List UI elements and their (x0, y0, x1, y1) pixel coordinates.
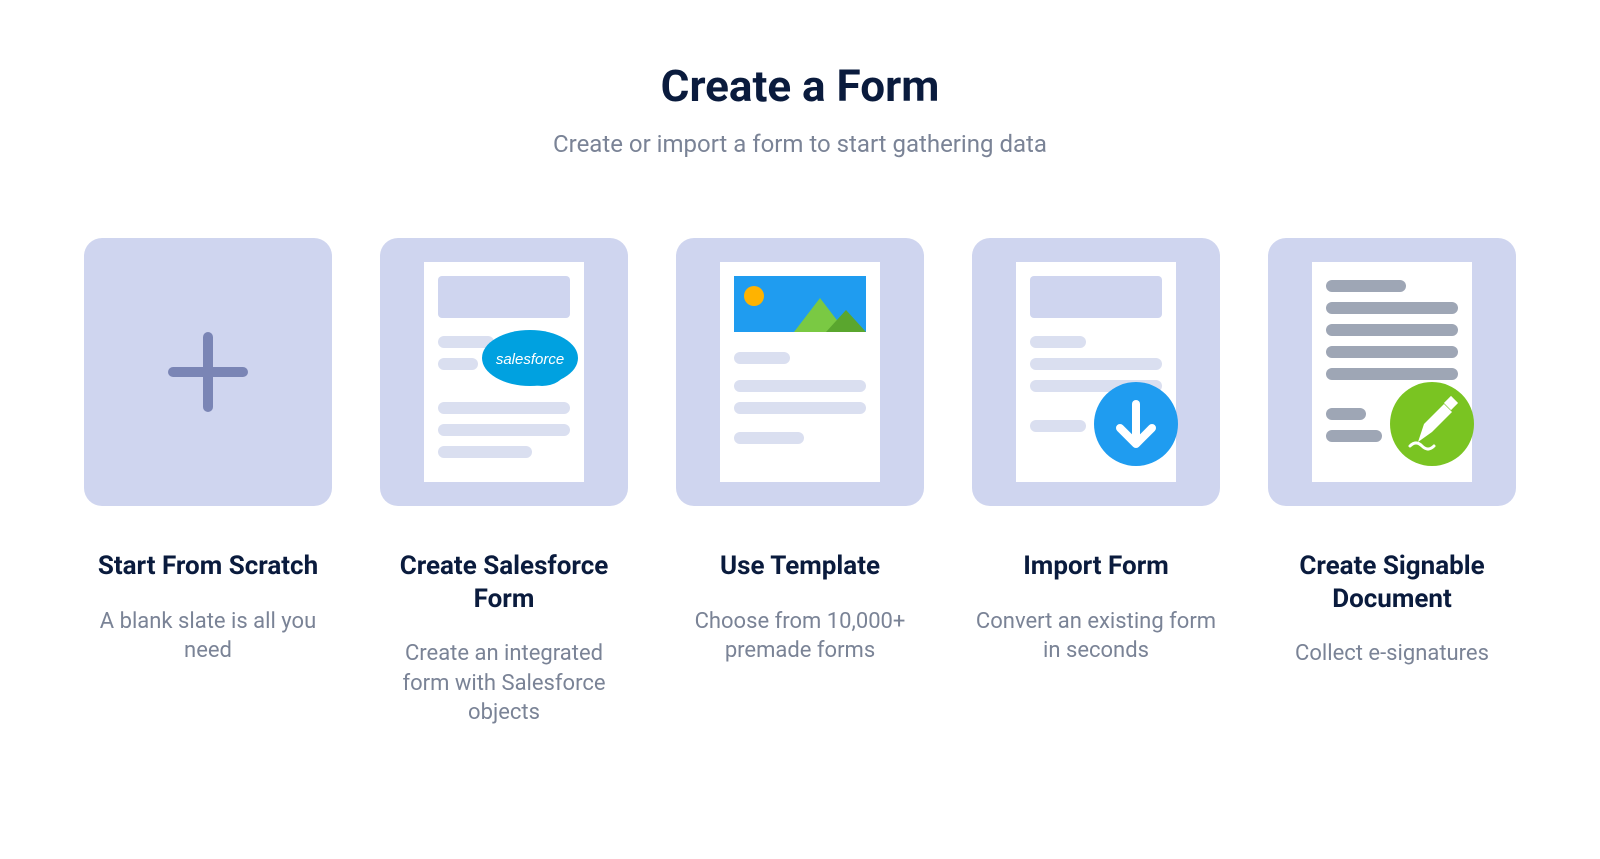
tile-import-form[interactable] (972, 238, 1220, 506)
tile-signable-document[interactable] (1268, 238, 1516, 506)
option-desc: Convert an existing form in seconds (972, 607, 1220, 666)
option-title: Import Form (1023, 550, 1169, 583)
page-title: Create a Form (40, 60, 1560, 112)
option-title: Use Template (720, 550, 880, 583)
option-start-from-scratch[interactable]: Start From Scratch A blank slate is all … (84, 238, 332, 728)
create-form-container: Create a Form Create or import a form to… (0, 0, 1600, 768)
template-document-icon (710, 262, 890, 482)
option-use-template[interactable]: Use Template Choose from 10,000+ premade… (676, 238, 924, 728)
import-document-icon (1006, 262, 1186, 482)
option-desc: Create an integrated form with Salesforc… (380, 639, 628, 728)
plus-icon (163, 327, 253, 417)
tile-start-from-scratch[interactable] (84, 238, 332, 506)
option-desc: Collect e-signatures (1295, 639, 1489, 669)
salesforce-document-icon: salesforce (414, 262, 594, 482)
option-desc: A blank slate is all you need (84, 607, 332, 666)
option-title: Create Signable Document (1268, 550, 1516, 615)
tile-use-template[interactable] (676, 238, 924, 506)
svg-text:salesforce: salesforce (496, 351, 564, 368)
tile-salesforce-form[interactable]: salesforce (380, 238, 628, 506)
option-salesforce-form[interactable]: salesforce Create Salesforce Form Create… (380, 238, 628, 728)
option-import-form[interactable]: Import Form Convert an existing form in … (972, 238, 1220, 728)
page-subtitle: Create or import a form to start gatheri… (40, 130, 1560, 158)
signable-document-icon (1302, 262, 1482, 482)
option-signable-document[interactable]: Create Signable Document Collect e-signa… (1268, 238, 1516, 728)
options-row: Start From Scratch A blank slate is all … (40, 238, 1560, 728)
option-desc: Choose from 10,000+ premade forms (676, 607, 924, 666)
option-title: Start From Scratch (98, 550, 318, 583)
option-title: Create Salesforce Form (380, 550, 628, 615)
